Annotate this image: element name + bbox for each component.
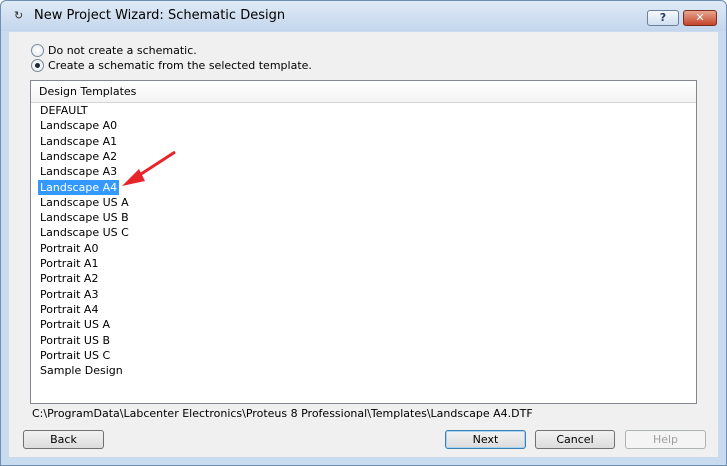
help-title-button[interactable]: ? [647,10,679,26]
wizard-icon: ↻ [14,9,24,22]
list-item[interactable]: Portrait US B [38,333,112,348]
list-item[interactable]: Landscape A4 [38,179,120,195]
radio-button-icon[interactable] [31,44,44,57]
list-item[interactable]: Portrait A2 [38,271,100,286]
list-item[interactable]: Portrait A3 [38,287,100,302]
list-item[interactable]: Landscape A2 [38,149,119,164]
list-column-header[interactable]: Design Templates [31,81,696,103]
help-button: Help [625,430,706,449]
list-item[interactable]: Landscape US B [38,210,131,225]
back-button[interactable]: Back [23,430,104,449]
design-templates-list[interactable]: Design Templates DEFAULT Landscape A0 Land… [30,80,697,404]
list-item[interactable]: Landscape A1 [38,134,119,149]
close-button[interactable]: ✕ [683,10,717,26]
title-bar[interactable]: ↻ New Project Wizard: Schematic Design ?… [1,1,726,31]
list-item[interactable]: Portrait US A [38,317,112,332]
list-item[interactable]: Landscape A3 [38,164,119,179]
list-item[interactable]: Portrait A4 [38,302,100,317]
list-item[interactable]: DEFAULT [38,103,90,118]
radio-from-template-label[interactable]: Create a schematic from the selected tem… [48,58,312,73]
list-item[interactable]: Sample Design [38,363,125,378]
window-title: New Project Wizard: Schematic Design [34,8,286,23]
list-item[interactable]: Portrait US C [38,348,112,363]
wizard-window: ↻ New Project Wizard: Schematic Design ?… [0,0,727,466]
template-path: C:\ProgramData\Labcenter Electronics\Pro… [32,407,533,420]
next-button[interactable]: Next [445,430,526,449]
wizard-content: Do not create a schematic. Create a sche… [9,32,718,457]
list-item[interactable]: Landscape US A [38,195,131,210]
cancel-button[interactable]: Cancel [535,430,615,449]
list-item[interactable]: Portrait A0 [38,241,100,256]
list-item[interactable]: Landscape A0 [38,118,119,133]
list-item[interactable]: Portrait A1 [38,256,100,271]
radio-button-checked-icon[interactable] [31,59,44,72]
list-item[interactable]: Landscape US C [38,225,131,240]
radio-no-schematic-label[interactable]: Do not create a schematic. [48,43,197,58]
